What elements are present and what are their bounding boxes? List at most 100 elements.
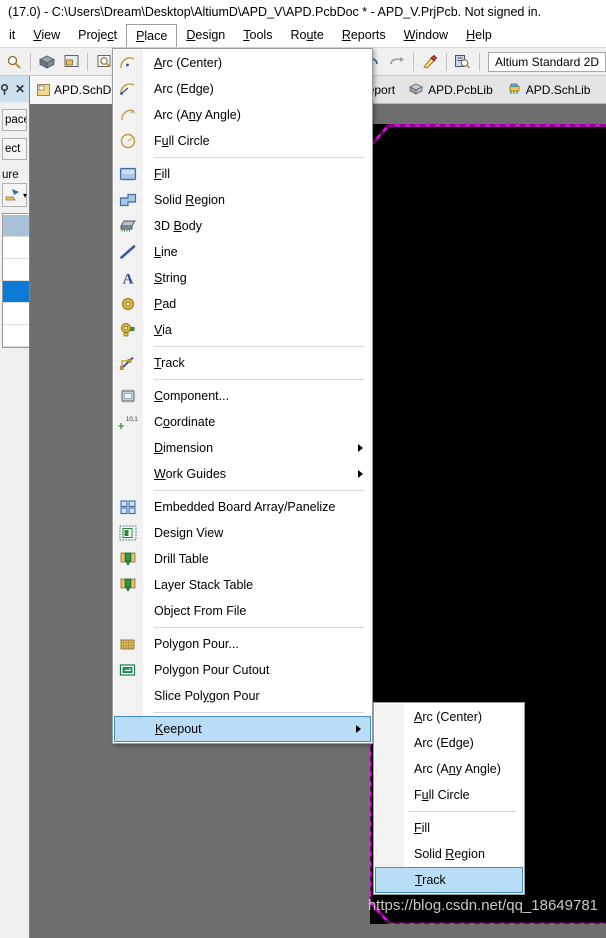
menubar-item-label: Project [78,28,117,42]
document-tab-label: APD.SchLib [526,83,591,97]
place-component-icon[interactable] [5,187,21,204]
menu-item-via[interactable]: Via [113,317,372,343]
list-item[interactable] [3,303,29,325]
document-tab-apd-pcblib[interactable]: APD.PcbLib [402,76,500,104]
submenu-arrow-icon [358,444,363,452]
menu-item-drill-table[interactable]: Drill Table [113,546,372,572]
menu-item-design-view[interactable]: Design View [113,520,372,546]
watermark-text: https://blog.csdn.net/qq_18649781 [368,897,598,914]
list-item[interactable] [3,259,29,281]
coordinate-icon: 10,10 [118,412,138,432]
menu-separator [154,490,364,491]
menu-item-fill[interactable]: Fill [374,815,524,841]
menu-item-solid-region[interactable]: Solid Region [374,841,524,867]
submenu-arrow-icon [358,470,363,478]
menu-item-polygon-pour-cutout[interactable]: Polygon Pour Cutout [113,657,372,683]
menu-item-3d-body[interactable]: 3D Body [113,213,372,239]
menubar-item-route[interactable]: Route [281,23,332,47]
panel-toolbar: ▾ [2,183,27,207]
menubar-item-window[interactable]: Window [395,23,457,47]
menu-item-arc-center[interactable]: Arc (Center) [374,704,524,730]
menu-item-arc-edge[interactable]: Arc (Edge) [113,76,372,102]
panel-button-project[interactable]: ect [2,138,27,160]
full-circle-icon [118,131,138,151]
menubar-item-it[interactable]: it [0,23,24,47]
menu-item-label: Full Circle [414,788,470,802]
schlib-icon [507,83,522,96]
menu-item-label: Keepout [155,722,202,736]
toolbar-separator [30,53,31,71]
menu-item-pad[interactable]: Pad [113,291,372,317]
close-icon[interactable]: ✕ [15,82,25,96]
menu-item-arc-edge[interactable]: Arc (Edge) [374,730,524,756]
menu-item-full-circle[interactable]: Full Circle [374,782,524,808]
menubar-item-label: Design [186,28,225,42]
menu-item-coordinate[interactable]: 10,10Coordinate [113,409,372,435]
cube-3d-icon[interactable] [35,50,59,74]
chevron-down-icon[interactable]: ▾ [23,191,27,200]
toolbar-separator [87,53,88,71]
menu-item-label: Polygon Pour Cutout [154,663,269,677]
via-icon [118,320,138,340]
menu-item-component[interactable]: Component... [113,383,372,409]
menubar-item-label: Tools [243,28,272,42]
menu-item-label: Dimension [154,441,213,455]
altium-designer-window: (17.0) - C:\Users\Dream\Desktop\AltiumD\… [0,0,606,938]
pin-icon[interactable]: ⚲ [0,82,9,96]
inspector-icon[interactable] [451,50,475,74]
document-tab-apd-schlib[interactable]: APD.SchLib [500,76,598,104]
menubar-item-help[interactable]: Help [457,23,501,47]
menu-separator [154,627,364,628]
menu-item-track[interactable]: Track [375,867,523,893]
menubar-item-tools[interactable]: Tools [234,23,281,47]
layer-stack-table-icon [118,575,138,595]
menubar-item-label: Place [136,29,167,43]
menu-item-slice-polygon-pour[interactable]: Slice Polygon Pour [113,683,372,709]
document-tab-label: APD.PcbLib [428,83,493,97]
menu-item-arc-any-angle[interactable]: Arc (Any Angle) [113,102,372,128]
board-planning-icon[interactable] [59,50,83,74]
polygon-pour-icon [118,634,138,654]
menubar-item-label: Help [466,28,492,42]
redo-icon[interactable] [385,50,409,74]
menu-item-object-from-file[interactable]: Object From File [113,598,372,624]
window-titlebar: (17.0) - C:\Users\Dream\Desktop\AltiumD\… [0,0,606,23]
menu-item-label: Arc (Center) [154,56,222,70]
menu-item-polygon-pour[interactable]: Polygon Pour... [113,631,372,657]
panel-header: ▾ ⚲ ✕ [0,76,29,102]
menubar-item-view[interactable]: View [24,23,69,47]
list-item[interactable] [3,325,29,347]
menu-item-track[interactable]: Track [113,350,372,376]
menu-item-full-circle[interactable]: Full Circle [113,128,372,154]
menu-item-string[interactable]: AString [113,265,372,291]
panel-section-label: ure [2,169,29,181]
list-item[interactable] [3,237,29,259]
menu-item-work-guides[interactable]: Work Guides [113,461,372,487]
menu-item-solid-region[interactable]: Solid Region [113,187,372,213]
menu-item-layer-stack-table[interactable]: Layer Stack Table [113,572,372,598]
menubar-item-design[interactable]: Design [177,23,234,47]
toolbar-separator [413,53,414,71]
list-item-selected[interactable] [3,281,29,303]
menu-item-line[interactable]: Line [113,239,372,265]
polygon-pour-cutout-icon [118,660,138,680]
menu-item-arc-any-angle[interactable]: Arc (Any Angle) [374,756,524,782]
document-tab-label: APD.SchD [54,83,111,97]
menu-item-arc-center[interactable]: Arc (Center) [113,50,372,76]
menu-item-embedded-board-array-panelize[interactable]: Embedded Board Array/Panelize [113,494,372,520]
menu-item-dimension[interactable]: Dimension [113,435,372,461]
svg-text:A: A [123,272,134,287]
menubar-item-project[interactable]: Project [69,23,126,47]
list-header-row [3,215,29,237]
document-tab-apd-schd[interactable]: APD.SchD [30,76,118,104]
view-config-combo[interactable]: Altium Standard 2D [488,52,606,72]
zoom-icon[interactable] [2,50,26,74]
menubar-item-place[interactable]: Place [126,24,177,47]
menu-separator [408,811,516,812]
cross-probe-icon[interactable] [418,50,442,74]
menu-item-fill[interactable]: Fill [113,161,372,187]
panel-button-workspace[interactable]: pace [2,109,27,131]
panel-list[interactable] [2,213,30,348]
menubar-item-reports[interactable]: Reports [333,23,395,47]
menu-item-keepout[interactable]: Keepout [114,716,371,742]
